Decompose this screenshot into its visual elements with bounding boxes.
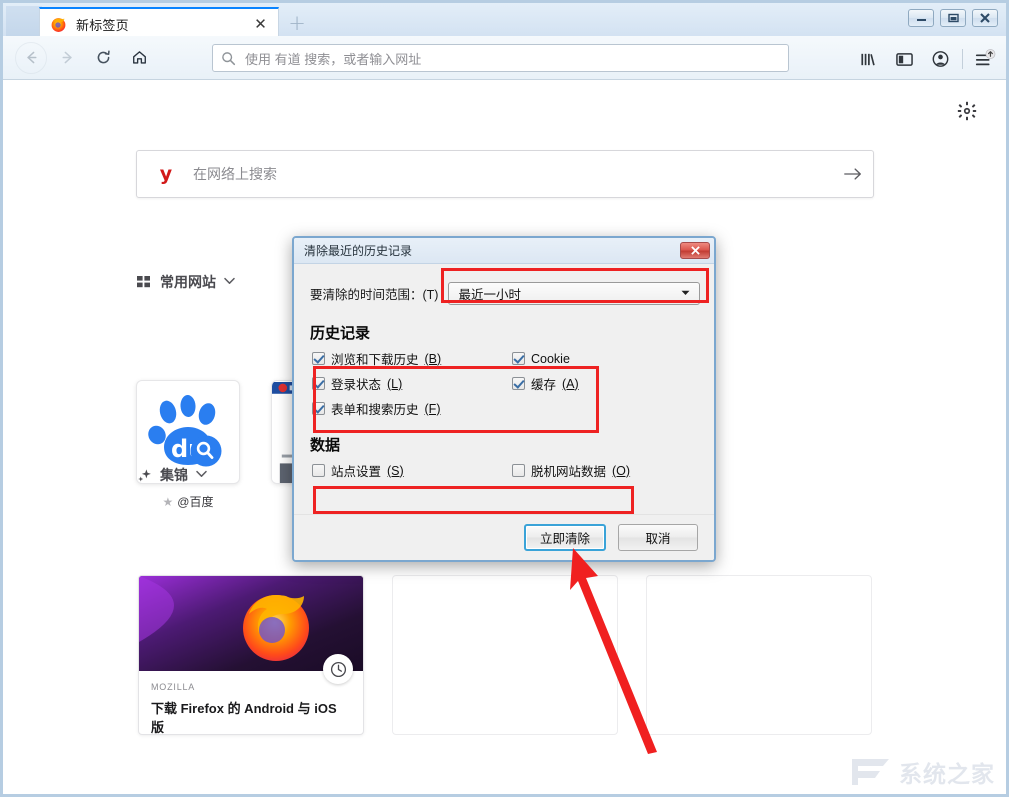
pin-star-icon: ★ (162, 494, 174, 509)
forward-button[interactable] (51, 42, 83, 74)
sidebar-icon[interactable] (889, 44, 919, 74)
checkbox-active-logins[interactable]: 登录状态 (L) (312, 374, 512, 393)
clock-icon (323, 654, 353, 684)
gear-icon[interactable] (956, 100, 978, 122)
address-bar-placeholder: 使用 有道 搜索，或者输入网址 (245, 51, 422, 67)
pocket-section-title: 集锦 (160, 467, 188, 483)
window-controls (908, 9, 998, 27)
clear-now-button[interactable]: 立即清除 (523, 524, 606, 551)
pocket-card-source: MOZILLA (151, 682, 196, 692)
dialog-footer: 立即清除 取消 (294, 514, 714, 560)
chevron-down-icon[interactable] (196, 470, 207, 481)
youdao-y-logo: y (159, 162, 173, 185)
home-icon (132, 51, 146, 64)
chevron-down-icon (681, 288, 699, 298)
chevron-down-icon[interactable] (224, 277, 235, 288)
pocket-card-placeholder[interactable] (646, 575, 872, 735)
time-range-label: 要清除的时间范围：(T) (310, 287, 439, 302)
time-range-row: 要清除的时间范围：(T) 最近一小时 (310, 280, 700, 306)
checkbox-label: 登录状态 (331, 378, 382, 392)
checkbox-label: 站点设置 (331, 465, 382, 479)
checkbox-cache[interactable]: 缓存 (A) (512, 374, 700, 393)
checkbox-label: 缓存 (531, 378, 557, 392)
toolbar-right-icons (850, 44, 1003, 74)
checkbox-box[interactable] (312, 352, 325, 365)
web-search-input[interactable]: y 在网络上搜索 (136, 150, 874, 198)
dialog-title-bar: 清除最近的历史记录 (294, 238, 714, 264)
topsites-section-header[interactable]: 常用网站 (136, 272, 235, 292)
pocket-section-header[interactable]: 集锦 (136, 465, 207, 485)
checkbox-label: Cookie (531, 351, 570, 366)
reload-icon (97, 50, 110, 64)
dialog-title: 清除最近的历史记录 (304, 244, 413, 258)
dialog-body: 要清除的时间范围：(T) 最近一小时 历史记录 浏览和下载历史 (B) Cooki… (294, 264, 714, 526)
title-bar: 新标签页 ✕ + (3, 3, 1006, 39)
history-checkbox-grid: 浏览和下载历史 (B) Cookie 登录状态 (L) 缓存 (A) 表单和搜索历史 (… (312, 349, 700, 418)
data-group-heading: 数据 (310, 437, 341, 454)
cancel-button[interactable]: 取消 (618, 524, 698, 551)
topsite-label-row: ★ @百度 (136, 493, 240, 510)
checkbox-box[interactable] (512, 464, 525, 477)
window-maximize-button[interactable] (940, 9, 966, 27)
sparkle-icon (136, 467, 152, 483)
checkbox-accesskey: (L) (387, 376, 403, 391)
checkbox-box[interactable] (312, 377, 325, 390)
window-minimize-button[interactable] (908, 9, 934, 27)
pocket-card-placeholder[interactable] (392, 575, 618, 735)
library-icon[interactable] (853, 44, 883, 74)
home-button[interactable] (123, 42, 155, 74)
checkbox-label: 浏览和下载历史 (331, 353, 419, 367)
data-checkbox-grid: 站点设置 (S) 脱机网站数据 (O) (312, 461, 700, 480)
tab-title: 新标签页 (76, 17, 129, 33)
toolbar-divider (962, 49, 963, 69)
checkbox-accesskey: (A) (562, 376, 579, 391)
checkbox-box[interactable] (512, 352, 525, 365)
checkbox-accesskey: (F) (424, 401, 441, 416)
checkbox-box[interactable] (312, 464, 325, 477)
account-icon[interactable] (925, 44, 955, 74)
checkbox-offline-website-data[interactable]: 脱机网站数据 (O) (512, 461, 700, 480)
pocket-card-title: 下载 Firefox 的 Android 与 iOS 版 (151, 701, 337, 735)
reload-button[interactable] (87, 42, 119, 74)
tabstrip-left-edge (6, 6, 42, 39)
new-tab-button[interactable]: + (284, 11, 310, 35)
checkbox-browsing-download-history[interactable]: 浏览和下载历史 (B) (312, 349, 512, 368)
clear-recent-history-dialog: 清除最近的历史记录 要清除的时间范围：(T) 最近一小时 历史记录 浏览和下载历… (292, 236, 716, 562)
checkbox-accesskey: (O) (612, 463, 631, 478)
back-button[interactable] (15, 41, 47, 74)
time-range-value: 最近一小时 (458, 287, 521, 302)
checkbox-label: 脱机网站数据 (531, 465, 607, 479)
screenshot-root: 新标签页 ✕ + 使用 有道 搜索，或者输入网址 y 在网络上搜索 常用网站 d… (0, 0, 1009, 797)
topsites-section-title: 常用网站 (160, 274, 216, 290)
grid-icon (136, 274, 152, 290)
browser-tab-active[interactable]: 新标签页 ✕ (39, 7, 279, 39)
address-bar[interactable]: 使用 有道 搜索，或者输入网址 (212, 44, 789, 72)
checkbox-box[interactable] (512, 377, 525, 390)
grid-spacer (512, 399, 700, 418)
time-range-dropdown[interactable]: 最近一小时 (448, 281, 700, 305)
forward-arrow-icon (61, 51, 72, 64)
back-arrow-icon (26, 51, 37, 64)
arrow-right-icon[interactable] (833, 166, 873, 182)
checkbox-cookie[interactable]: Cookie (512, 349, 700, 368)
history-group-heading: 历史记录 (310, 325, 371, 342)
checkbox-form-search-history[interactable]: 表单和搜索历史 (F) (312, 399, 512, 418)
topsite-tile[interactable]: du ★ @百度 (136, 380, 240, 510)
checkbox-site-preferences[interactable]: 站点设置 (S) (312, 461, 512, 480)
topsite-label: @百度 (177, 495, 214, 509)
web-search-placeholder: 在网络上搜索 (193, 166, 277, 182)
checkbox-box[interactable] (312, 402, 325, 415)
search-icon (221, 51, 239, 66)
checkbox-label: 表单和搜索历史 (331, 403, 419, 417)
pocket-card[interactable]: MOZILLA 下载 Firefox 的 Android 与 iOS 版 (138, 575, 364, 735)
checkbox-accesskey: (S) (387, 463, 404, 478)
window-close-button[interactable] (972, 9, 998, 27)
menu-icon[interactable] (970, 44, 1000, 74)
pocket-cards: MOZILLA 下载 Firefox 的 Android 与 iOS 版 (138, 575, 872, 735)
firefox-favicon-icon (50, 16, 67, 33)
tab-close-icon[interactable]: ✕ (251, 15, 270, 34)
dialog-close-button[interactable] (680, 242, 710, 259)
checkbox-accesskey: (B) (424, 351, 442, 366)
